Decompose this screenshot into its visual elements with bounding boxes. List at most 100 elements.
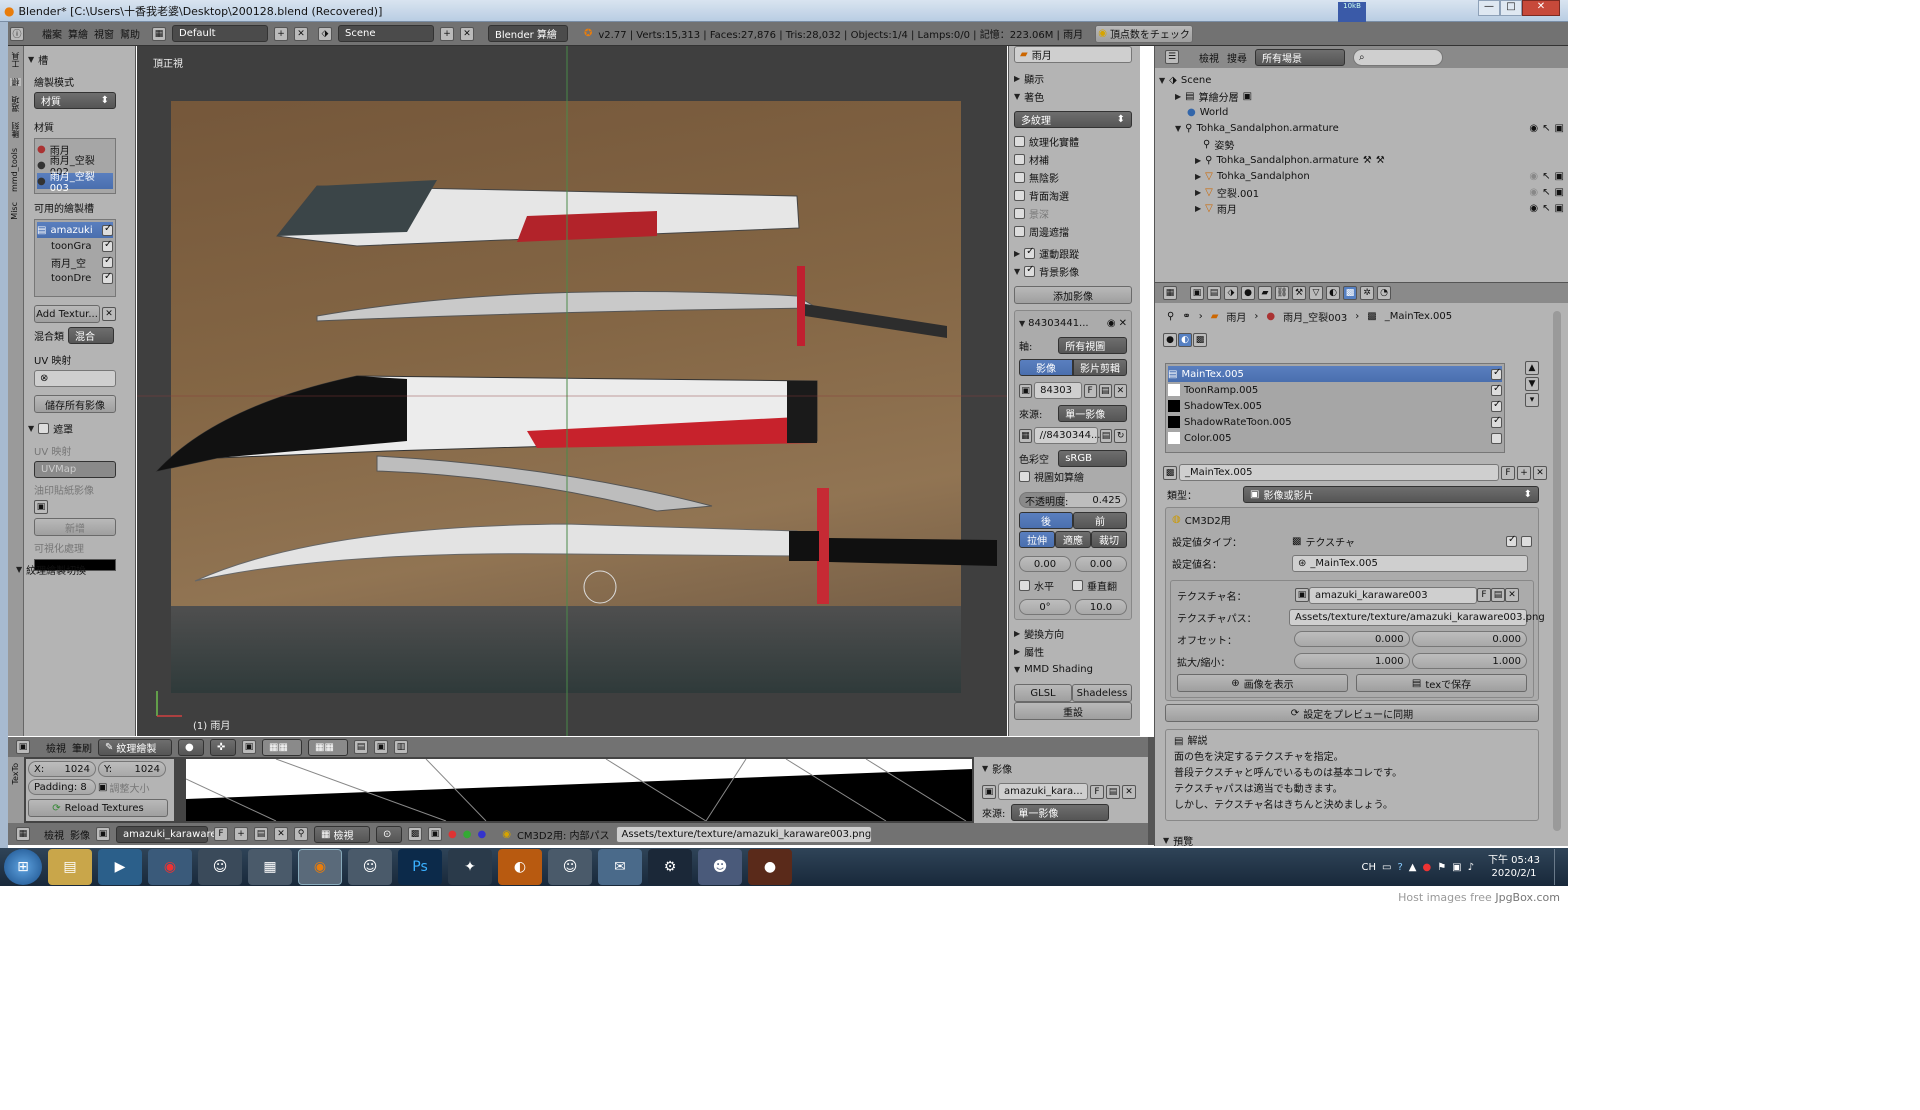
crop-button[interactable]: 裁切 [1091,531,1127,548]
add-image-button[interactable]: 添加影像 [1014,286,1132,304]
render-layer-tab-icon[interactable]: ▤ [1207,286,1221,300]
fake-user-icon[interactable]: F [1083,383,1097,398]
image-path-field[interactable]: //8430344... [1033,427,1100,444]
object-tab-icon[interactable]: ▰ [1258,286,1272,300]
textured-solid-option[interactable]: 紋理化實體 [1014,132,1135,150]
uv-source-select[interactable]: 單一影像 [1011,804,1110,821]
texture-slot-item[interactable]: ToonRamp.005 [1168,382,1502,398]
display-panel-header[interactable]: ▶ 顯示 [1014,69,1135,87]
outliner-view-menu[interactable]: 檢視 [1199,50,1219,65]
texture-name-field[interactable]: _MainTex.005 [1179,464,1499,481]
offset-y-field[interactable]: 0.000 [1411,631,1528,647]
media-player-taskbar-icon[interactable]: ▶ [98,849,142,885]
opengl-render-icon[interactable]: ▥ [394,740,408,754]
slot-checkbox[interactable] [102,255,113,268]
open-image-icon[interactable]: ▤ [1491,588,1505,602]
reload-icon[interactable]: ↻ [1114,428,1128,443]
cursor-icon[interactable]: ↖ [1542,203,1550,214]
axis-select[interactable]: 所有視圖 [1058,336,1127,354]
material-item-selected[interactable]: ● 雨月_空裂003 [37,172,113,194]
data-tab-icon[interactable]: ▽ [1309,286,1323,300]
cursor-icon[interactable]: ↖ [1542,187,1550,198]
glsl-button[interactable]: GLSL [1014,684,1072,702]
flip-horizontal-checkbox[interactable] [1019,580,1030,591]
setting-checkbox-2[interactable] [1521,535,1532,547]
unlink-icon[interactable]: ✕ [274,827,288,841]
outliner-row-pose[interactable]: ⚲ 姿勢 [1159,136,1564,152]
render-engine-select[interactable]: Blender 算繪 [488,25,568,42]
outliner-row-world[interactable]: ● World [1159,104,1564,120]
unlink-icon[interactable]: ✕ [1113,383,1127,398]
save-all-images-button[interactable]: 儲存所有影像 [34,395,116,413]
outliner-search-menu[interactable]: 搜尋 [1227,50,1247,65]
setting-name-field[interactable]: ⊛ _MainTex.005 [1292,554,1528,572]
tray-app-icon[interactable]: ● [1422,862,1431,873]
transform-orientation-header[interactable]: ▶ 變換方向 [1014,624,1135,642]
reset-button[interactable]: 重設 [1014,702,1132,720]
camera-icon[interactable]: ▣ [374,740,388,754]
unlink-icon[interactable]: ✕ [1505,588,1519,602]
eye-icon[interactable]: ◉ [1529,187,1538,198]
bottom-image-field[interactable]: amazuki_karaware... [116,825,226,843]
outliner-filter-select[interactable]: 所有場景 [1255,48,1345,66]
outliner-row-mesh[interactable]: ▶ ▽ Tohka_Sandalphon ◉ ↖ ▣ [1159,168,1564,184]
colorspace-select[interactable]: sRGB [1058,449,1127,467]
cursor-icon[interactable]: ↖ [1542,171,1550,182]
size-field[interactable]: 10.0 [1075,599,1127,615]
menu-render[interactable]: 算繪 [68,26,88,41]
nox-taskbar-icon[interactable]: ✦ [448,849,492,885]
viewport-view-menu[interactable]: 檢視 [46,740,66,755]
stencil-image-icon[interactable]: ▣ [34,500,48,514]
start-button[interactable]: ⊞ [4,849,42,885]
option-checkbox[interactable] [1014,207,1025,219]
scene-select[interactable]: Scene [338,25,434,42]
mode-select[interactable]: ✎ 紋理繪製 [98,738,172,756]
paint-slot-item[interactable]: toonGra [37,238,113,254]
scene-add-icon[interactable]: + [440,26,454,41]
render-icon[interactable]: ▣ [1555,187,1564,198]
unlink-icon[interactable]: ✕ [1533,465,1547,480]
texture-tab-icon[interactable]: ▩ [1343,286,1357,300]
keyboard-icon[interactable]: ▭ [1382,862,1391,873]
show-image-button[interactable]: ⊕ 画像を表示 [1177,674,1348,692]
green-channel-icon[interactable]: ● [463,829,472,840]
image-panel-header[interactable]: ▼ 影像 [982,759,1140,777]
y-offset-field[interactable]: 0.00 [1075,556,1127,572]
fake-user-icon[interactable]: F [1501,465,1515,480]
internal-path-field[interactable]: Assets/texture/texture/amazuki_karaware0… [615,825,872,843]
render-icon[interactable]: ▣ [1555,203,1564,214]
fake-user-icon[interactable]: F [1477,588,1491,602]
shadeless-option[interactable]: 無陰影 [1014,168,1135,186]
uv-x-field[interactable]: X: 1024 [28,761,96,777]
texture-slot-item[interactable]: ShadowRateToon.005 [1168,414,1502,430]
layout-remove-icon[interactable]: ✕ [294,26,308,41]
red-channel-icon[interactable]: ● [448,829,457,840]
setting-checkbox[interactable] [1506,534,1517,547]
scene-icon[interactable]: ⬗ [318,26,332,41]
shading-panel-header[interactable]: ▼ 著色 [1014,87,1135,105]
add-icon[interactable]: + [234,827,248,841]
slot-checkbox[interactable] [102,271,113,284]
steam-taskbar-icon[interactable]: ⚙ [648,849,692,885]
scale-x-field[interactable]: 1.000 [1294,653,1410,669]
flip-vertical-checkbox[interactable] [1072,580,1083,591]
slot-checkbox[interactable] [1491,367,1502,380]
cursor-icon[interactable]: ↖ [1542,123,1550,134]
add-icon[interactable]: + [1517,465,1531,480]
paint-mask-icon[interactable]: ▣ [242,740,256,754]
scene-remove-icon[interactable]: ✕ [460,26,474,41]
eye-icon[interactable]: ◉ [1529,123,1538,134]
preview-panel-header[interactable]: ▼ 預覽 [1163,831,1193,849]
eye-icon[interactable]: ◉ [1529,171,1538,182]
render-tab-icon[interactable]: ▣ [1190,286,1204,300]
layout-icon[interactable]: ▦ [152,26,166,41]
layers-grid[interactable]: ▦▦ [262,738,302,756]
explorer-taskbar-icon[interactable]: ▤ [48,849,92,885]
material-texture-icon[interactable]: ◐ [1178,333,1192,347]
view-as-render-checkbox[interactable] [1019,470,1030,482]
collapse-arrow-icon[interactable]: ▼ [1019,319,1025,328]
pin-icon[interactable]: ⚲ [1167,311,1174,322]
chrome-taskbar-icon[interactable]: ◉ [148,849,192,885]
option-checkbox[interactable] [1014,153,1025,165]
move-up-icon[interactable]: ▲ [1525,361,1539,375]
